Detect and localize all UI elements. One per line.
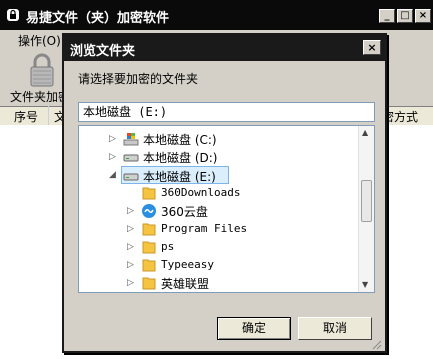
app-title: 易捷文件（夹）加密软件 [26, 11, 170, 26]
tree-item[interactable]: ▷ 360云盘 [79, 202, 359, 220]
cloud-drive-icon [142, 204, 156, 218]
collapse-arrow-icon[interactable]: ◢ [109, 169, 119, 181]
minimize-button[interactable]: _ [379, 9, 395, 23]
expand-arrow-icon[interactable]: ▷ [127, 205, 137, 217]
tree-item[interactable]: ▷ Program Files [79, 220, 359, 238]
dialog-prompt: 请选择要加密的文件夹 [78, 72, 199, 86]
folder-tree[interactable]: ▷ 本地磁盘 (C:) ▷ 本地磁盘 (D:) 本地磁盘 (E:) ◢ 360D… [78, 125, 375, 293]
scroll-up-arrow-icon[interactable]: ▲ [362, 128, 368, 137]
tree-item[interactable]: ▷ 本地磁盘 (C:) [79, 130, 359, 148]
windows-drive-icon [123, 133, 139, 146]
tree-item-label: 360云盘 [161, 205, 208, 219]
drive-icon [123, 173, 139, 181]
expand-arrow-icon[interactable]: ▷ [127, 259, 137, 271]
column-header-seq[interactable]: 序号 [14, 108, 38, 125]
folder-icon [142, 259, 156, 272]
browse-folder-dialog: 浏览文件夹 × 请选择要加密的文件夹 本地磁盘 (E:) ▷ 本地磁盘 (C:)… [62, 33, 387, 353]
scroll-down-arrow-icon[interactable]: ▼ [362, 280, 368, 289]
folder-icon [142, 277, 156, 290]
tree-item[interactable]: ▷ 本地磁盘 (D:) [79, 148, 359, 166]
padlock-icon[interactable] [28, 52, 56, 88]
dialog-close-button[interactable]: × [363, 40, 381, 55]
tree-item-label: Typeeasy [161, 258, 214, 271]
tree-item-label: 英雄联盟 [161, 277, 210, 291]
folder-icon [142, 241, 156, 254]
selected-path-field[interactable]: 本地磁盘 (E:) [78, 102, 375, 122]
close-button[interactable]: × [415, 9, 431, 23]
folder-icon [142, 187, 156, 200]
dialog-titlebar[interactable]: 浏览文件夹 × [64, 35, 385, 61]
tree-item[interactable]: 360Downloads [79, 184, 359, 202]
drive-icon [123, 154, 139, 162]
scrollbar-thumb[interactable] [361, 180, 372, 222]
app-titlebar[interactable]: 易捷文件（夹）加密软件 _ □ × [0, 0, 433, 30]
lock-app-icon [7, 9, 19, 21]
dialog-title: 浏览文件夹 [70, 44, 136, 59]
menu-operations[interactable]: 操作(O) [18, 32, 61, 49]
cancel-button[interactable]: 取消 [298, 317, 372, 340]
tree-item-label: ps [161, 240, 175, 253]
column-header-method[interactable]: 密方式 [382, 108, 418, 125]
ok-button[interactable]: 确定 [217, 317, 291, 340]
maximize-button[interactable]: □ [397, 9, 413, 23]
tree-scrollbar[interactable]: ▲ ▼ [358, 126, 374, 292]
expand-arrow-icon[interactable]: ▷ [127, 223, 137, 235]
expand-arrow-icon[interactable]: ▷ [127, 277, 137, 289]
folder-icon [142, 223, 156, 236]
tree-item-label: 360Downloads [161, 186, 241, 199]
resize-grip-icon[interactable] [370, 338, 382, 350]
tree-item[interactable]: ▷ Typeeasy [79, 256, 359, 274]
expand-arrow-icon[interactable]: ▷ [109, 133, 119, 145]
tree-item-label: Program Files [161, 222, 248, 235]
tree-item-label: 本地磁盘 (D:) [143, 151, 218, 165]
tree-item-selected[interactable]: 本地磁盘 (E:) [121, 166, 229, 184]
tree-item[interactable]: ▷ 英雄联盟 [79, 274, 359, 292]
tree-item[interactable]: ▷ ps [79, 238, 359, 256]
encrypt-folder-label[interactable]: 文件夹加密 [10, 88, 70, 105]
tree-item-label: 本地磁盘 (E:) [143, 170, 216, 184]
tree-item-label: 本地磁盘 (C:) [143, 133, 217, 147]
expand-arrow-icon[interactable]: ▷ [127, 241, 137, 253]
expand-arrow-icon[interactable]: ▷ [109, 151, 119, 163]
